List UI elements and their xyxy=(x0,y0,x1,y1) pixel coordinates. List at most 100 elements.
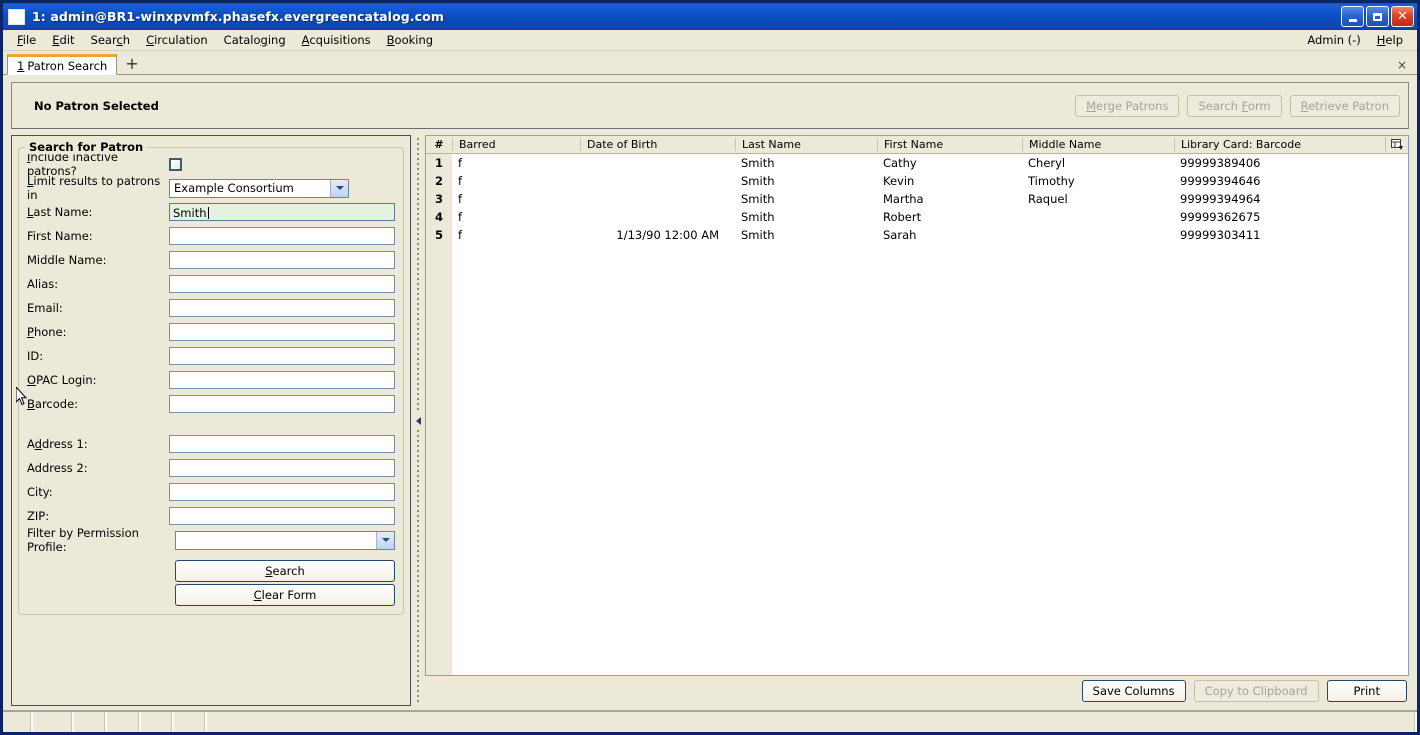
column-header-barcode[interactable]: Library Card: Barcode xyxy=(1174,138,1385,151)
cell-middle-name: Raquel xyxy=(1028,192,1068,206)
status-panel xyxy=(3,712,33,732)
permission-profile-select[interactable] xyxy=(175,530,395,550)
maximize-button[interactable] xyxy=(1366,6,1389,27)
menu-booking[interactable]: Booking xyxy=(379,31,441,49)
zip-input[interactable] xyxy=(169,507,395,525)
middle-name-input[interactable] xyxy=(169,251,395,269)
page-title: No Patron Selected xyxy=(34,98,159,113)
column-picker-icon[interactable] xyxy=(1385,137,1408,152)
cell-first-name: Cathy xyxy=(883,156,917,170)
row-id: ID: xyxy=(27,344,395,368)
barcode-label: Barcode: xyxy=(27,397,79,411)
save-columns-button[interactable]: Save Columns xyxy=(1081,680,1186,702)
middle-name-label: Middle Name: xyxy=(27,253,107,267)
search-button[interactable]: Search xyxy=(175,560,395,582)
menu-help[interactable]: Help xyxy=(1369,31,1411,49)
address1-input[interactable] xyxy=(169,435,395,453)
tab-label: Patron Search xyxy=(27,58,108,73)
status-panel xyxy=(107,712,141,732)
window-controls: ✕ xyxy=(1341,6,1415,27)
copy-to-clipboard-button[interactable]: Copy to Clipboard xyxy=(1193,680,1319,702)
address1-label: Address 1: xyxy=(27,437,88,451)
menu-file[interactable]: File xyxy=(9,31,44,49)
row-include-inactive: Include inactive patrons? xyxy=(27,150,395,178)
retrieve-patron-button[interactable]: Retrieve Patron xyxy=(1289,94,1400,117)
city-input[interactable] xyxy=(169,483,395,501)
cell-first-name: Kevin xyxy=(883,174,915,188)
cell-barcode: 99999303411 xyxy=(1180,228,1261,242)
include-inactive-checkbox[interactable] xyxy=(169,157,182,171)
pane-splitter[interactable] xyxy=(411,135,425,706)
id-input[interactable] xyxy=(169,347,395,365)
cell-barcode: 99999394964 xyxy=(1180,192,1261,206)
splitter-grip[interactable] xyxy=(417,429,419,703)
cell-barcode: 99999389406 xyxy=(1180,156,1261,170)
menu-admin[interactable]: Admin (-) xyxy=(1299,31,1368,49)
cell-barcode: 99999362675 xyxy=(1180,210,1261,224)
phone-input[interactable] xyxy=(169,323,395,341)
row-email: Email: xyxy=(27,296,395,320)
phone-label: Phone: xyxy=(27,325,67,339)
table-row[interactable]: 4 f Smith Robert 99999362675 xyxy=(426,208,1408,226)
last-name-input[interactable]: Smith xyxy=(169,203,395,221)
barcode-input[interactable] xyxy=(169,395,395,413)
row-limit-results: Limit results to patrons in Example Cons… xyxy=(27,174,395,202)
cell-middle-name: Cheryl xyxy=(1028,156,1066,170)
cell-dob: 1/13/90 12:00 AM xyxy=(616,228,719,242)
row-permission-profile: Filter by Permission Profile: xyxy=(27,526,395,554)
menu-circulation[interactable]: Circulation xyxy=(138,31,216,49)
chevron-down-icon xyxy=(376,531,394,549)
table-row[interactable]: 5 f 1/13/90 12:00 AM Smith Sarah 9999930… xyxy=(426,226,1408,244)
table-row[interactable]: 3 f Smith Martha Raquel 99999394964 xyxy=(426,190,1408,208)
main-content: Search for Patron Include inactive patro… xyxy=(11,135,1409,706)
cell-num: 2 xyxy=(434,174,443,188)
merge-patrons-button[interactable]: Merge Patrons xyxy=(1075,94,1180,117)
menu-search[interactable]: Search xyxy=(83,31,139,49)
row-barcode: Barcode: xyxy=(27,392,395,416)
cell-last-name: Smith xyxy=(741,174,775,188)
print-button[interactable]: Print xyxy=(1326,680,1407,702)
limit-results-label: Limit results to patrons in xyxy=(27,174,161,202)
limit-results-value: Example Consortium xyxy=(174,181,294,195)
alias-input[interactable] xyxy=(169,275,395,293)
row-first-name: First Name: xyxy=(27,224,395,248)
close-button[interactable]: ✕ xyxy=(1391,6,1414,27)
cell-barred: f xyxy=(458,192,463,206)
collapse-left-icon[interactable] xyxy=(415,416,421,425)
opac-login-label: OPAC Login: xyxy=(27,373,97,387)
email-input[interactable] xyxy=(169,299,395,317)
close-tab-button[interactable]: × xyxy=(1397,58,1417,74)
cell-barred: f xyxy=(458,228,463,242)
cell-first-name: Martha xyxy=(883,192,924,206)
menu-cataloging[interactable]: Cataloging xyxy=(216,31,294,49)
results-grid-header: # Barred Date of Birth Last Name First N… xyxy=(426,136,1408,154)
search-form-button[interactable]: Search Form xyxy=(1187,94,1282,117)
menu-acquisitions[interactable]: Acquisitions xyxy=(294,31,379,49)
column-header-first-name[interactable]: First Name xyxy=(877,138,1022,151)
new-tab-button[interactable]: + xyxy=(117,56,146,72)
minimize-button[interactable] xyxy=(1341,6,1364,27)
first-name-input[interactable] xyxy=(169,227,395,245)
column-header-last-name[interactable]: Last Name xyxy=(735,138,877,151)
address2-input[interactable] xyxy=(169,459,395,477)
results-grid: # Barred Date of Birth Last Name First N… xyxy=(425,135,1409,676)
row-phone: Phone: xyxy=(27,320,395,344)
row-opac-login: OPAC Login: xyxy=(27,368,395,392)
column-header-barred[interactable]: Barred xyxy=(452,138,580,151)
column-header-num[interactable]: # xyxy=(426,138,452,151)
cell-num: 1 xyxy=(434,156,443,170)
window-title: 1: admin@BR1-winxpvmfx.phasefx.evergreen… xyxy=(32,9,444,24)
menu-edit[interactable]: Edit xyxy=(44,31,82,49)
splitter-grip[interactable] xyxy=(417,138,419,412)
tab-patron-search[interactable]: 1 Patron Search xyxy=(7,54,118,75)
column-header-dob[interactable]: Date of Birth xyxy=(580,138,735,151)
cell-barred: f xyxy=(458,174,463,188)
status-panel xyxy=(141,712,174,732)
limit-results-select[interactable]: Example Consortium xyxy=(169,178,349,198)
table-row[interactable]: 2 f Smith Kevin Timothy 99999394646 xyxy=(426,172,1408,190)
opac-login-input[interactable] xyxy=(169,371,395,389)
clear-form-button[interactable]: Clear Form xyxy=(175,584,395,606)
column-header-middle-name[interactable]: Middle Name xyxy=(1022,138,1174,151)
permission-profile-label: Filter by Permission Profile: xyxy=(27,526,139,554)
table-row[interactable]: 1 f Smith Cathy Cheryl 99999389406 xyxy=(426,154,1408,172)
